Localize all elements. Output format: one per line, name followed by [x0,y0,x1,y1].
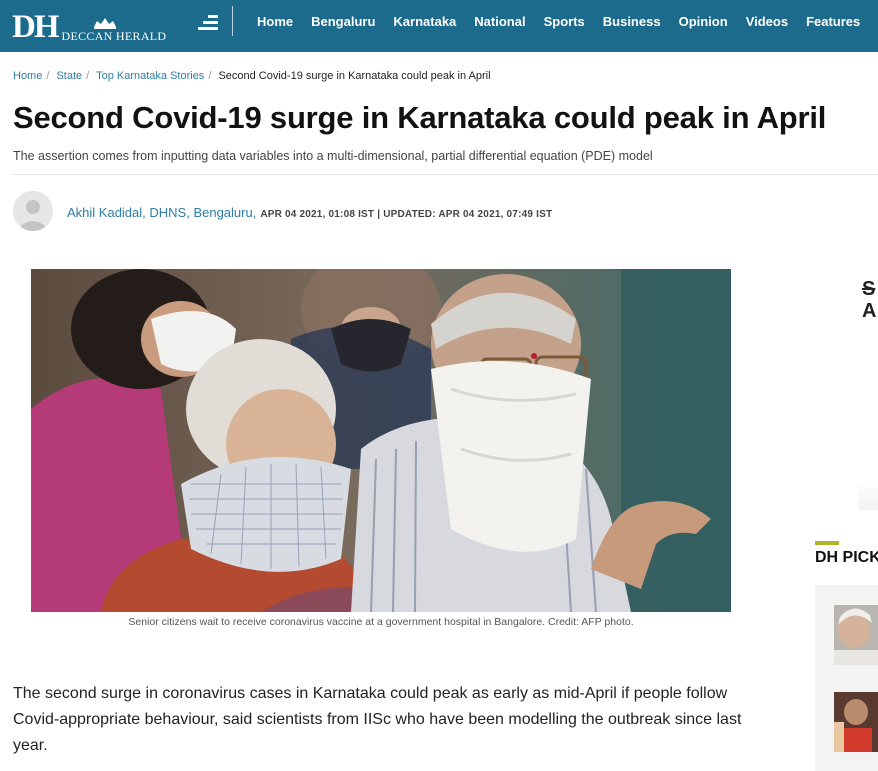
nav-item-features[interactable]: Features [806,14,860,29]
byline: Akhil Kadidal, DHNS, Bengaluru, APR 04 2… [67,205,553,220]
breadcrumb-home[interactable]: Home [13,70,42,82]
ad-shade [858,480,878,510]
menu-icon[interactable] [196,12,220,32]
logo-emblem-icon [93,18,116,29]
section-accent-bar [815,541,839,545]
article-subtitle: The assertion comes from inputting data … [13,149,653,163]
top-navigation-bar: DH DECCAN HERALD Home Bengaluru Karnatak… [0,0,878,52]
nav-item-business[interactable]: Business [603,14,661,29]
nav-item-videos[interactable]: Videos [746,14,788,29]
dh-picks-heading: DH PICK [815,549,878,566]
dh-picks-panel [815,585,878,771]
author-link[interactable]: Akhil Kadidal, DHNS, Bengaluru, [67,205,256,220]
article-title: Second Covid-19 surge in Karnataka could… [13,100,827,135]
pick-thumbnail-1[interactable] [834,605,878,665]
sidebar-ad[interactable]: S A [862,278,876,322]
photo-caption: Senior citizens wait to receive coronavi… [128,616,634,628]
logo-name: DECCAN HERALD [61,29,167,43]
nav-item-opinion[interactable]: Opinion [679,14,728,29]
user-avatar-icon [13,191,53,231]
breadcrumb-state[interactable]: State [56,70,82,82]
breadcrumb-top-karnataka-stories[interactable]: Top Karnataka Stories [96,70,204,82]
nav-item-home[interactable]: Home [257,14,293,29]
published-date: APR 04 2021, 01:08 IST [260,209,375,220]
breadcrumb: Home / State / Top Karnataka Stories / Seco… [13,70,491,82]
article-photo [31,269,731,612]
nav-item-sports[interactable]: Sports [544,14,585,29]
updated-date: UPDATED: APR 04 2021, 07:49 IST [383,209,553,220]
nav-divider [232,6,233,36]
lead-paragraph: The second surge in coronavirus cases in… [13,685,742,754]
breadcrumb-current: Second Covid-19 surge in Karnataka could… [218,70,491,82]
nav-item-karnataka[interactable]: Karnataka [393,14,456,29]
nav-item-national[interactable]: National [474,14,525,29]
nav-item-bengaluru[interactable]: Bengaluru [311,14,375,29]
logo-mark: DH [12,9,59,45]
pick-thumbnail-2[interactable] [834,692,878,752]
main-nav: Home Bengaluru Karnataka National Sports… [248,0,878,42]
site-logo[interactable]: DH DECCAN HERALD [12,8,167,45]
divider [13,174,878,175]
